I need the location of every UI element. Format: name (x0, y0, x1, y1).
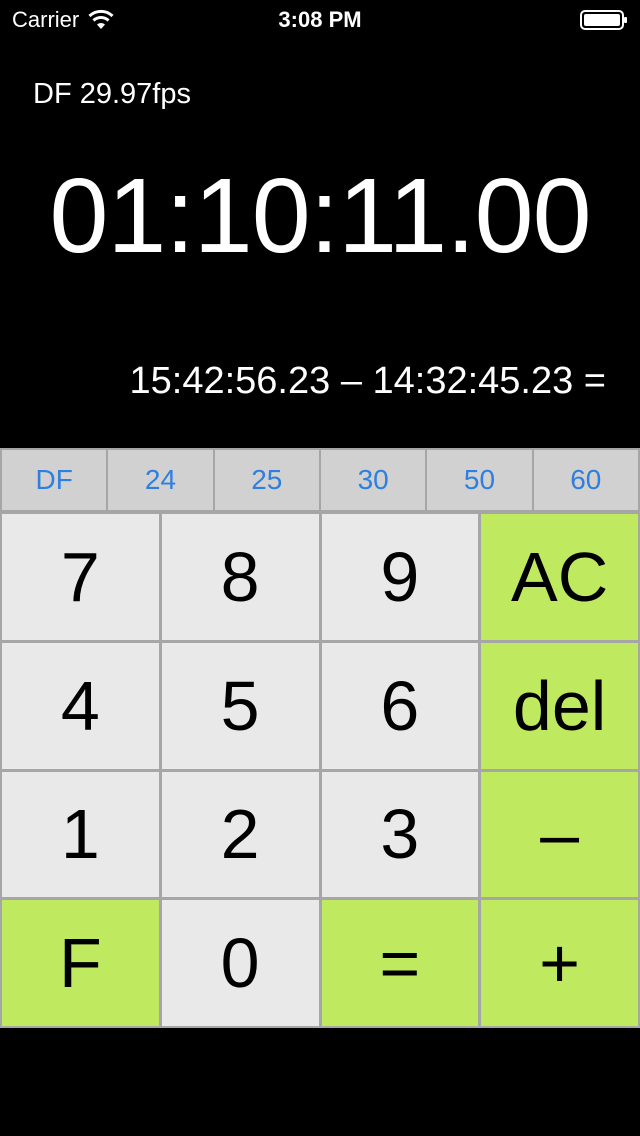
fps-24-button[interactable]: 24 (108, 450, 213, 510)
expression-display: 15:42:56.23 – 14:32:45.23 = (129, 360, 606, 402)
digit-9-button[interactable]: 9 (321, 514, 479, 640)
fps-25-button[interactable]: 25 (214, 450, 319, 510)
plus-button[interactable]: + (481, 900, 638, 1026)
digit-4-button[interactable]: 4 (2, 642, 159, 769)
fps-30-button[interactable]: 30 (320, 450, 426, 510)
digit-2-button[interactable]: 2 (161, 771, 319, 898)
fps-mode-label: DF 29.97fps (33, 78, 191, 110)
fps-df-button[interactable]: DF (2, 450, 107, 510)
fps-selector: DF 24 25 30 50 60 (0, 448, 640, 512)
equals-button[interactable]: = (321, 900, 479, 1026)
minus-button[interactable]: – (481, 771, 638, 898)
battery-icon (580, 10, 627, 30)
digit-1-button[interactable]: 1 (2, 771, 159, 898)
status-bar: Carrier 3:08 PM (0, 0, 640, 40)
delete-button[interactable]: del (481, 642, 638, 769)
digit-0-button[interactable]: 0 (161, 900, 319, 1026)
result-display: 01:10:11.00 (49, 157, 591, 275)
digit-6-button[interactable]: 6 (321, 642, 479, 769)
fps-60-button[interactable]: 60 (533, 450, 638, 510)
all-clear-button[interactable]: AC (481, 514, 638, 640)
frames-button[interactable]: F (2, 900, 159, 1026)
digit-7-button[interactable]: 7 (2, 514, 159, 640)
fps-50-button[interactable]: 50 (427, 450, 532, 510)
status-time: 3:08 PM (278, 7, 362, 32)
digit-5-button[interactable]: 5 (161, 642, 319, 769)
digit-8-button[interactable]: 8 (161, 514, 319, 640)
keypad: DF 24 25 30 50 60 7 8 9 AC 4 5 6 del 1 2… (0, 448, 640, 1028)
digit-3-button[interactable]: 3 (321, 771, 479, 898)
key-grid: 7 8 9 AC 4 5 6 del 1 2 3 – F 0 = + (0, 512, 640, 1028)
